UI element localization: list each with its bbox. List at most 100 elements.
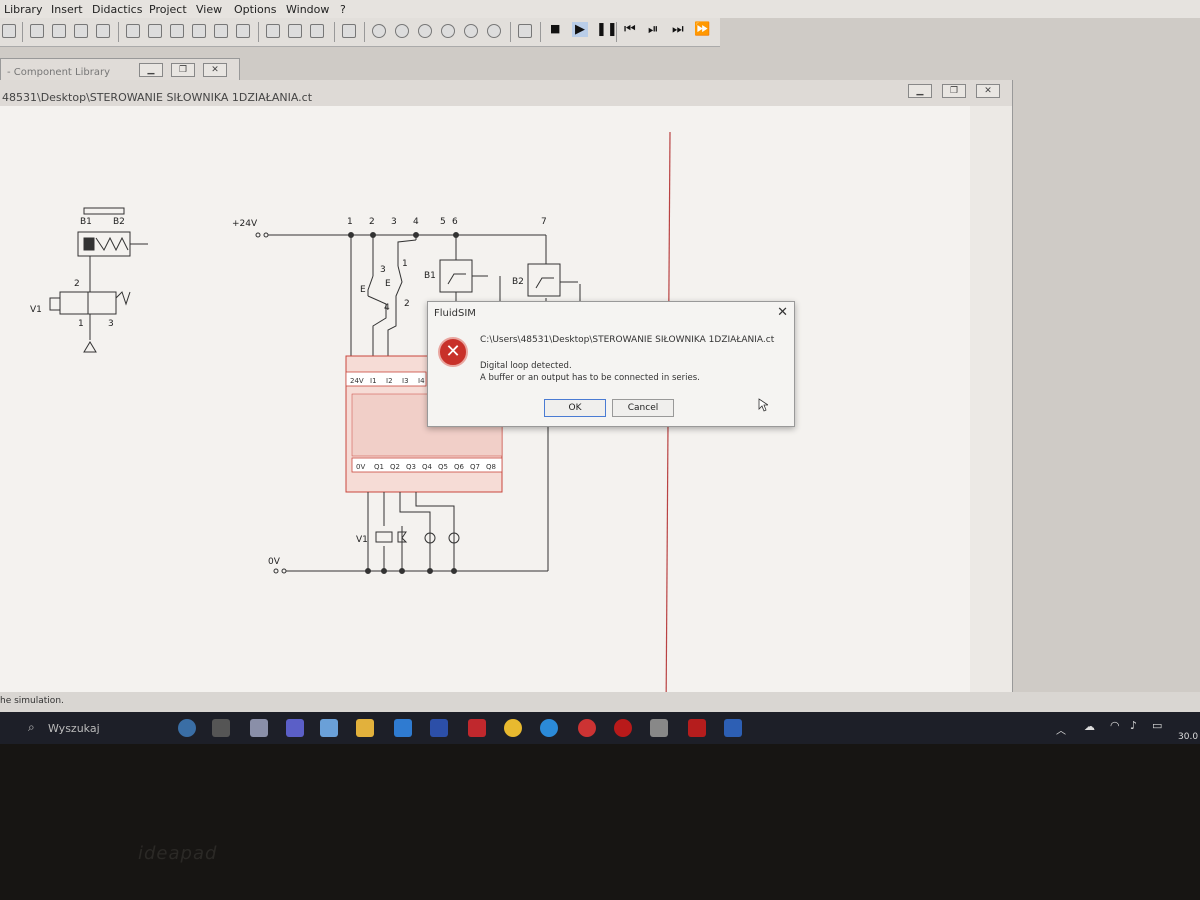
store-icon[interactable] [320, 719, 338, 737]
minimize-icon[interactable]: ▁ [908, 84, 932, 98]
switch-s2-tag: E [385, 279, 391, 289]
menu-didactics[interactable]: Didactics [92, 3, 142, 16]
align-middle-icon[interactable] [214, 24, 228, 38]
menu-library[interactable]: Library [4, 3, 42, 16]
step-back-icon[interactable]: ⏯ [648, 22, 658, 37]
proximity-sensor-b2 [527, 263, 578, 297]
taskbar-search[interactable]: ⌕ Wyszukaj [28, 718, 158, 738]
switch-s2-number-1: 1 [402, 259, 408, 269]
rail-number-1: 1 [347, 217, 353, 227]
stop-icon[interactable]: ■ [550, 22, 560, 35]
menu-options[interactable]: Options [234, 3, 276, 16]
distribute-icon[interactable] [266, 24, 280, 38]
toolbar-separator [118, 22, 119, 42]
play-icon[interactable]: ▶ [572, 22, 588, 37]
rail-number-2: 2 [369, 217, 375, 227]
search-icon: ⌕ [28, 720, 35, 734]
toolbar-separator [364, 22, 365, 42]
coil-v1-symbol [375, 531, 393, 543]
restore-icon[interactable]: ❐ [171, 63, 195, 77]
plc-output-q7: Q7 [470, 463, 480, 471]
check-drawing-icon[interactable] [518, 24, 532, 38]
rail-number-3: 3 [391, 217, 397, 227]
teams-icon[interactable] [286, 719, 304, 737]
dialog-message-line-2: A buffer or an output has to be connecte… [480, 373, 700, 383]
dialog-close-icon[interactable]: ✕ [777, 305, 788, 320]
cloud-icon[interactable]: ☁ [1084, 720, 1095, 733]
align-right-icon[interactable] [170, 24, 184, 38]
grid-icon[interactable] [342, 24, 356, 38]
menu-help[interactable]: ? [340, 3, 346, 16]
close-icon[interactable]: ✕ [203, 63, 227, 77]
status-text: he simulation. [0, 696, 64, 706]
align-left-icon[interactable] [126, 24, 140, 38]
print-icon[interactable] [2, 24, 16, 38]
zoom-in-icon[interactable] [464, 24, 478, 38]
plc-input-i4: I4 [418, 377, 425, 385]
zoom-icon[interactable] [372, 24, 386, 38]
minimize-icon[interactable]: ▁ [139, 63, 163, 77]
solenoid-valve [49, 256, 131, 353]
opera-icon[interactable] [614, 719, 632, 737]
align-center-icon[interactable] [148, 24, 162, 38]
align-bottom-icon[interactable] [236, 24, 250, 38]
menu-window[interactable]: Window [286, 3, 329, 16]
app-l-icon[interactable] [430, 719, 448, 737]
menu-project[interactable]: Project [149, 3, 187, 16]
rail-number-4: 4 [413, 217, 419, 227]
wifi-icon[interactable]: ◠ [1110, 719, 1120, 732]
menu-view[interactable]: View [196, 3, 222, 16]
app-gray-icon[interactable] [650, 719, 668, 737]
mail-icon[interactable] [394, 719, 412, 737]
ok-button[interactable]: OK [544, 399, 606, 417]
close-icon[interactable]: ✕ [976, 84, 1000, 98]
prox-b1-label: B1 [424, 271, 436, 281]
zoom-selection-icon[interactable] [418, 24, 432, 38]
port-2-label: 2 [74, 279, 80, 289]
search-placeholder: Wyszukaj [48, 722, 100, 735]
chrome-icon[interactable] [504, 719, 522, 737]
status-bar: he simulation. [0, 692, 1200, 712]
component-library-window[interactable]: - Component Library ▁ ❐ ✕ [0, 58, 240, 82]
zoom-fit-icon[interactable] [395, 24, 409, 38]
undo-icon[interactable] [30, 24, 44, 38]
mcafee-icon[interactable] [468, 719, 486, 737]
copy-icon[interactable] [74, 24, 88, 38]
chat-icon[interactable] [250, 719, 268, 737]
toolbar: ■ ▶ ❚❚ ⏮ ⏯ ⏭ ⏩ [0, 18, 720, 47]
port-1-label: 1 [78, 319, 84, 329]
task-view-icon[interactable] [212, 719, 230, 737]
solidworks-icon[interactable] [688, 719, 706, 737]
clock[interactable]: 30.0 [1178, 732, 1198, 742]
mouse-cursor-icon [758, 398, 768, 412]
app-red-icon[interactable] [578, 719, 596, 737]
festo-icon[interactable] [724, 719, 742, 737]
pause-icon[interactable]: ❚❚ [596, 22, 618, 37]
chevron-up-icon[interactable]: ︿ [1056, 722, 1066, 737]
step-forward-icon[interactable]: ⏭ [672, 22, 684, 37]
switch-s1-number-4: 4 [384, 303, 390, 313]
cut-icon[interactable] [52, 24, 66, 38]
paste-icon[interactable] [96, 24, 110, 38]
fast-forward-icon[interactable]: ⏩ [694, 22, 710, 37]
zoom-out-icon[interactable] [487, 24, 501, 38]
restore-icon[interactable]: ❐ [942, 84, 966, 98]
sensor-b1-label: B1 [80, 217, 92, 227]
battery-icon[interactable]: ▭ [1152, 719, 1162, 732]
cancel-button[interactable]: Cancel [612, 399, 674, 417]
error-dialog: FluidSIM ✕ ✕ C:\Users\48531\Desktop\STER… [427, 301, 795, 427]
align-top-icon[interactable] [192, 24, 206, 38]
port-3-label: 3 [108, 319, 114, 329]
edge-icon[interactable] [540, 719, 558, 737]
volume-icon[interactable]: ♪ [1130, 719, 1137, 732]
reset-icon[interactable]: ⏮ [624, 22, 636, 37]
zoom-previous-icon[interactable] [441, 24, 455, 38]
file-explorer-icon[interactable] [356, 719, 374, 737]
plc-output-q6: Q6 [454, 463, 465, 471]
menu-insert[interactable]: Insert [51, 3, 83, 16]
widgets-icon[interactable] [178, 719, 196, 737]
distribute-vertical-icon[interactable] [310, 24, 324, 38]
distribute-horizontal-icon[interactable] [288, 24, 302, 38]
toolbar-separator [258, 22, 259, 42]
switch-s2-number-2: 2 [404, 299, 410, 309]
